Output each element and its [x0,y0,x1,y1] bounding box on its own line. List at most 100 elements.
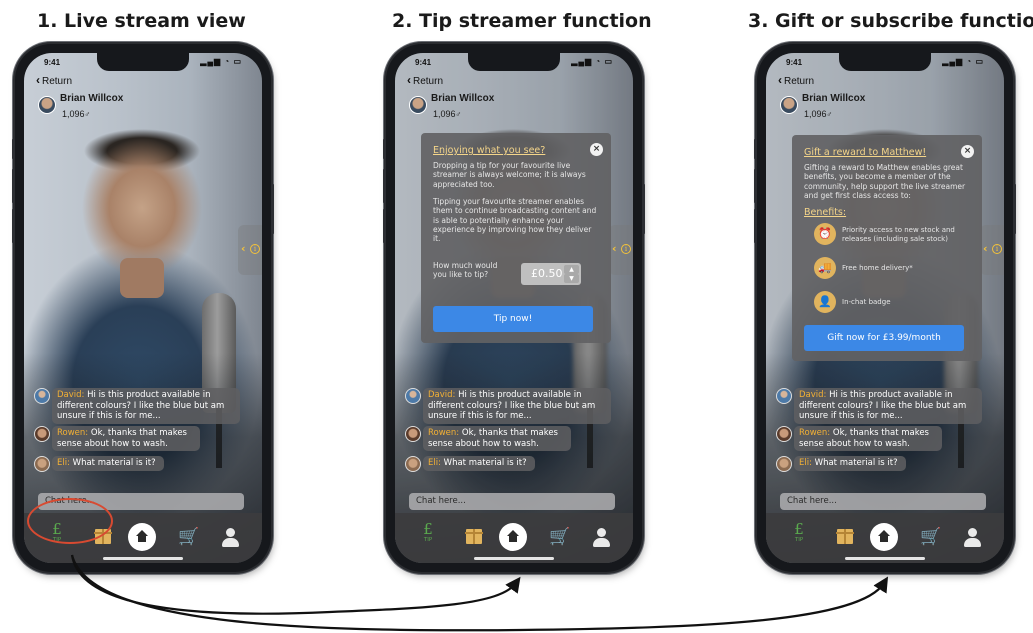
cart-button[interactable]: 🛒 [545,522,575,552]
cart-button[interactable]: 🛒 [174,522,204,552]
clock: 9:41 [44,58,61,67]
gift-modal: Gift a reward to Matthew! × Gifting a re… [792,135,982,361]
return-button[interactable]: ‹ Return [36,73,72,87]
bottom-nav: £ TIP 🛒 [766,513,1004,563]
home-button[interactable] [870,523,898,551]
cart-icon: 🛒 [178,527,200,547]
gift-icon [465,529,483,544]
profile-button[interactable] [587,522,617,552]
streamer-avatar [780,96,798,114]
user-icon [968,528,977,537]
step-title-3: 3. Gift or subscribe function [748,10,1033,32]
home-indicator [103,557,183,560]
step-title-2: 2. Tip streamer function [392,10,652,32]
pound-icon: £ [423,520,433,538]
chevron-left-icon: ‹ [241,242,246,255]
streamer-avatar [38,96,56,114]
info-icon: i [250,244,260,254]
pound-icon: £ [794,520,804,538]
viewers-icon: ♂ [455,110,462,119]
benefits-heading: Benefits: [804,207,847,218]
avatar [776,388,792,404]
close-icon[interactable]: × [961,145,974,158]
cart-icon: 🛒 [549,527,571,547]
chevron-left-icon: ‹ [36,73,40,87]
streamer-name: Brian Willcox [431,93,495,104]
info-icon: i [992,244,1002,254]
tip-description: Tipping your favourite streamer enables … [433,197,597,244]
avatar [776,426,792,442]
signal-wifi-battery-icon: ▂▄▆ ◔ ▭ [200,57,242,66]
tip-screen: 9:41 ▂▄▆ ◔ ▭ ‹ Return Brian Willcox 1,096… [395,53,633,563]
gift-intro: Gifting a reward to Matthew enables grea… [804,163,966,200]
side-info-tab[interactable]: ‹ i [980,225,1004,275]
tip-button[interactable]: £ TIP [784,522,814,552]
live-stream-screen: 9:41 ▂▄▆ ◔ ▭ ‹ Return Brian Willcox 1,096… [24,53,262,563]
clock: 9:41 [786,58,803,67]
cart-button[interactable]: 🛒 [916,522,946,552]
info-icon: i [621,244,631,254]
delivery-truck-icon: 🚚 [814,257,836,279]
chevron-left-icon: ‹ [612,242,617,255]
phone-gift: 9:41 ▂▄▆ ◔ ▭ ‹ Return Brian Willcox 1,096… [754,44,1016,572]
bottom-nav: £ TIP 🛒 [395,513,633,563]
streamer-name: Brian Willcox [60,93,124,104]
highlight-ring [27,498,113,544]
return-label: Return [784,76,815,87]
profile-button[interactable] [216,522,246,552]
user-icon [597,528,606,537]
viewers-icon: ♂ [826,110,833,119]
chevron-left-icon: ‹ [778,73,782,87]
streamer-name: Brian Willcox [802,93,866,104]
gift-button[interactable] [459,522,489,552]
close-icon[interactable]: × [590,143,603,156]
tip-now-button[interactable]: Tip now! [433,306,593,332]
viewer-count: 1,096♂ [433,109,462,119]
gift-now-button[interactable]: Gift now for £3.99/month [804,325,964,351]
avatar [405,426,421,442]
chevron-left-icon: ‹ [407,73,411,87]
status-bar: 9:41 ▂▄▆ ◔ ▭ [766,57,1004,69]
chevron-down-icon[interactable]: ▼ [564,274,579,283]
gift-icon [836,529,854,544]
home-indicator [474,557,554,560]
signal-wifi-battery-icon: ▂▄▆ ◔ ▭ [942,57,984,66]
tip-intro: Dropping a tip for your favourite live s… [433,161,586,189]
return-label: Return [42,76,73,87]
status-bar: 9:41 ▂▄▆ ◔ ▭ [395,57,633,69]
avatar [776,456,792,472]
gift-modal-title: Gift a reward to Matthew! [804,147,927,158]
return-button[interactable]: ‹ Return [778,73,814,87]
home-button[interactable] [128,523,156,551]
avatar [405,456,421,472]
home-button[interactable] [499,523,527,551]
signal-wifi-battery-icon: ▂▄▆ ◔ ▭ [571,57,613,66]
gift-button[interactable] [830,522,860,552]
tip-amount-stepper[interactable]: £0.50 ▲ ▼ [521,263,581,285]
cart-icon: 🛒 [920,527,942,547]
tip-modal: Enjoying what you see? × Dropping a tip … [421,133,611,343]
phone-live-stream: 9:41 ▂▄▆ ◔ ▭ ‹ Return Brian Willcox 1,096… [12,44,274,572]
chat-input[interactable]: Chat here... [409,493,615,510]
chevron-left-icon: ‹ [983,242,988,255]
chat-input[interactable]: Chat here... [780,493,986,510]
return-button[interactable]: ‹ Return [407,73,443,87]
viewers-icon: ♂ [84,110,91,119]
viewer-count: 1,096♂ [804,109,833,119]
home-indicator [845,557,925,560]
avatar [405,388,421,404]
side-info-tab[interactable]: ‹ i [238,225,262,275]
avatar [34,426,50,442]
tip-question: How much would you like to tip? [433,261,498,280]
tip-amount-value: £0.50 [531,267,563,280]
avatar [34,388,50,404]
avatar [34,456,50,472]
tip-button[interactable]: £ TIP [413,522,443,552]
clock: 9:41 [415,58,432,67]
user-icon [226,528,235,537]
side-info-tab[interactable]: ‹ i [609,225,633,275]
chevron-up-icon[interactable]: ▲ [564,265,579,274]
profile-button[interactable] [958,522,988,552]
streamer-avatar [409,96,427,114]
phone-tip: 9:41 ▂▄▆ ◔ ▭ ‹ Return Brian Willcox 1,096… [383,44,645,572]
